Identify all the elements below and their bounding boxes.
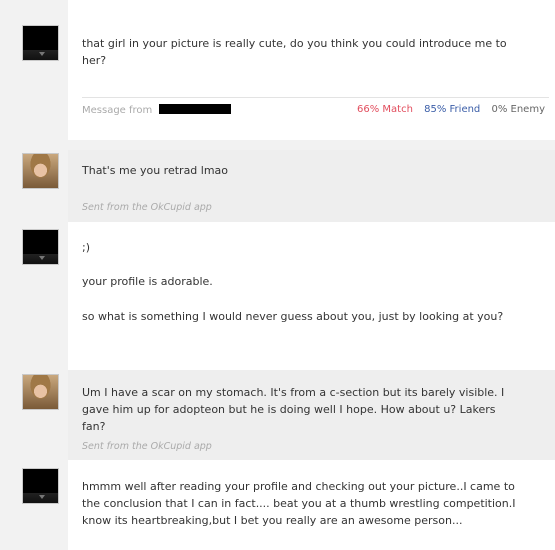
message-item: Um I have a scar on my stomach. It's fro… [0, 370, 555, 460]
message-item: hmmm well after reading your profile and… [0, 460, 555, 550]
message-item: ;) your profile is adorable. so what is … [0, 222, 555, 370]
avatar[interactable] [22, 153, 59, 189]
divider [82, 97, 549, 98]
sent-from-app-label: Sent from the OkCupid app [82, 441, 212, 452]
message-from-label: Message from [82, 105, 153, 116]
avatar[interactable] [22, 468, 59, 504]
enemy-percentage: 0% Enemy [491, 104, 545, 115]
message-text: Um I have a scar on my stomach. It's fro… [82, 386, 505, 433]
sent-from-app-label: Sent from the OkCupid app [82, 202, 212, 213]
friend-percentage: 85% Friend [424, 104, 481, 115]
message-text-line: ;) [82, 241, 90, 254]
message-item: That's me you retrad lmao Sent from the … [0, 150, 555, 222]
message-text-line: so what is something I would never guess… [82, 310, 504, 323]
message-text: that girl in your picture is really cute… [82, 37, 507, 67]
avatar[interactable] [22, 229, 59, 265]
message-text: That's me you retrad lmao [82, 164, 229, 177]
message-bubble [68, 0, 555, 140]
compatibility-percentages: 66% Match 85% Friend 0% Enemy [349, 104, 545, 115]
message-text: hmmm well after reading your profile and… [82, 480, 516, 527]
redacted-username [159, 104, 232, 114]
avatar[interactable] [22, 374, 59, 410]
avatar[interactable] [22, 25, 59, 61]
message-from-row: Message from 66% Match 85% Friend 0% Ene… [82, 104, 545, 116]
match-percentage: 66% Match [357, 104, 413, 115]
message-text-line: your profile is adorable. [82, 275, 213, 288]
message-item: that girl in your picture is really cute… [0, 0, 555, 140]
